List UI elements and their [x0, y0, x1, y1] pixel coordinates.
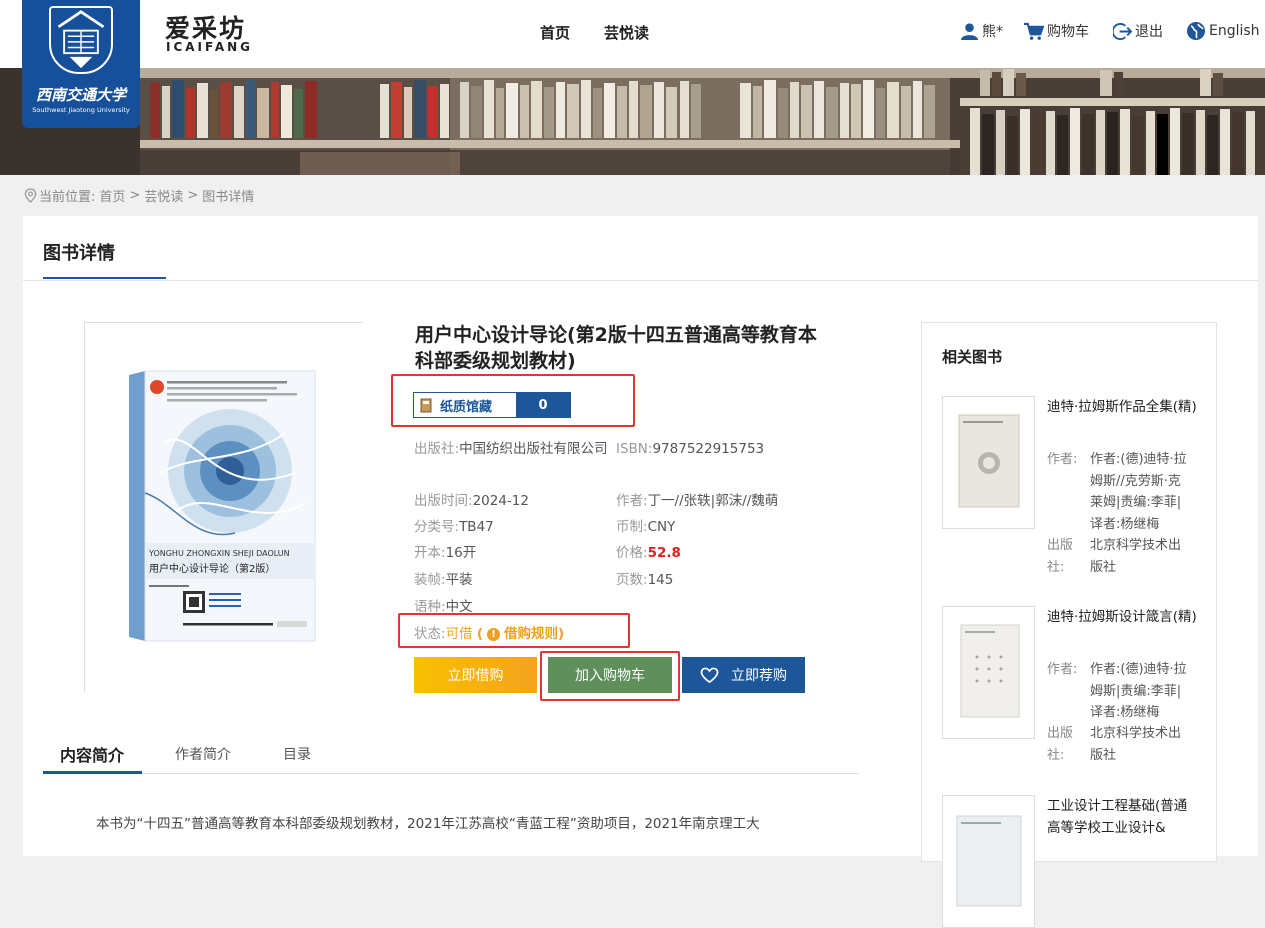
related-book-title[interactable]: 迪特·拉姆斯作品全集(精)	[1047, 396, 1197, 418]
recommend-purchase-button[interactable]: 立即荐购	[682, 657, 805, 693]
divider	[23, 280, 1258, 281]
title-underline	[43, 277, 166, 279]
user-icon	[960, 22, 979, 40]
related-book-cover[interactable]	[942, 396, 1035, 529]
breadcrumb-sep: >	[129, 188, 141, 203]
heart-icon	[700, 667, 719, 683]
meta-classification: 分类号:TB47	[414, 519, 494, 535]
language-label: English	[1209, 23, 1260, 39]
cart-label: 购物车	[1047, 24, 1089, 40]
logout-link[interactable]: 退出	[1113, 20, 1163, 42]
related-book-title[interactable]: 迪特·拉姆斯设计箴言(精)	[1047, 606, 1197, 628]
meta-pub-date: 出版时间:2024-12	[414, 493, 529, 509]
breadcrumb-current: 图书详情	[202, 190, 255, 205]
meta-format: 开本:16开	[414, 545, 477, 561]
globe-icon	[1187, 22, 1205, 40]
add-to-cart-button[interactable]: 加入购物车	[548, 657, 672, 693]
meta-price: 价格:52.8	[616, 545, 681, 561]
meta-publisher: 出版社:中国纺织出版社有限公司	[414, 441, 608, 457]
related-book-cover[interactable]	[942, 606, 1035, 739]
info-icon: !	[487, 627, 501, 641]
related-books-panel: 相关图书 迪特·拉姆斯作品全集(精) 作者: 作者:(德)迪特·拉姆斯//克劳斯·…	[921, 322, 1217, 928]
breadcrumb-prefix: 当前位置:	[39, 190, 96, 205]
cart-link[interactable]: 购物车	[1023, 20, 1089, 42]
holding-info: 纸质馆藏 0	[413, 392, 571, 418]
related-book-title[interactable]: 工业设计工程基础(普通高等学校工业设计&	[1047, 795, 1197, 839]
meta-binding: 装帧:平装	[414, 572, 473, 588]
logout-icon	[1113, 22, 1132, 40]
location-pin-icon	[24, 188, 37, 203]
status-value: 可借	[445, 626, 473, 642]
language-switch[interactable]: English	[1186, 20, 1260, 42]
page-title: 图书详情	[43, 243, 115, 264]
related-cover-image	[943, 796, 1034, 927]
breadcrumb-home[interactable]: 首页	[99, 186, 125, 205]
holding-label: 纸质馆藏	[414, 393, 516, 417]
user-menu[interactable]: 熊*	[960, 20, 1003, 42]
detail-tabs: 内容简介 作者简介 目录	[43, 736, 859, 774]
related-book-author: 作者: 作者:(德)迪特·拉姆斯|责编:李菲|译者:杨继梅	[1047, 662, 1187, 720]
user-name: 熊*	[982, 24, 1003, 40]
cover-title: 用户中心设计导论（第2版）	[149, 562, 275, 575]
tab-toc[interactable]: 目录	[283, 744, 311, 764]
content-intro-text: 本书为“十四五”普通高等教育本科部委级规划教材，2021年江苏高校“青蓝工程”资…	[96, 816, 760, 832]
related-book-publisher: 出版社: 北京科学技术出版社	[1047, 538, 1182, 575]
breadcrumb-yunyuedu[interactable]: 芸悦读	[144, 186, 183, 205]
related-cover-image	[943, 607, 1034, 738]
university-logo[interactable]: 西南交通大学 Southwest Jiaotong University	[22, 0, 140, 128]
meta-pages: 页数:145	[616, 572, 674, 588]
active-tab-indicator	[43, 771, 142, 774]
related-book-author: 作者: 作者:(德)迪特·拉姆斯//克劳斯·克莱姆|责编:李菲|译者:杨继梅	[1047, 452, 1187, 532]
university-name: 西南交通大学	[35, 86, 126, 104]
brand-name-en: ICAIFANG	[166, 40, 254, 54]
related-book-publisher: 出版社: 北京科学技术出版社	[1047, 726, 1182, 763]
top-bar: 爱采坊 ICAIFANG 首页 芸悦读 熊* 购物车 退出 English	[0, 0, 1265, 68]
related-cover-image	[943, 397, 1034, 528]
book-cover[interactable]: YONGHU ZHONGXIN SHEJI DAOLUN 用户中心设计导论（第2…	[84, 322, 364, 693]
tab-content-intro[interactable]: 内容简介	[60, 742, 124, 766]
cover-pinyin: YONGHU ZHONGXIN SHEJI DAOLUN	[148, 549, 290, 558]
meta-currency: 币制:CNY	[616, 519, 676, 535]
related-books-title: 相关图书	[942, 348, 1003, 366]
book-cover-image: YONGHU ZHONGXIN SHEJI DAOLUN 用户中心设计导论（第2…	[85, 323, 364, 693]
book-title: 用户中心设计导论(第2版十四五普通高等教育本科部委级规划教材)	[415, 324, 817, 372]
bookshelf-illustration	[0, 68, 1265, 175]
book-icon	[420, 398, 432, 412]
breadcrumb: 当前位置: 首页 > 芸悦读 > 图书详情	[24, 186, 258, 205]
nav-home[interactable]: 首页	[540, 22, 570, 43]
university-emblem	[49, 6, 113, 74]
nav-yunyuedu[interactable]: 芸悦读	[604, 22, 649, 43]
bookshelf-banner	[0, 68, 1265, 175]
cart-icon	[1024, 22, 1044, 40]
university-name-en: Southwest Jiaotong University	[32, 106, 130, 114]
tab-author-intro[interactable]: 作者简介	[175, 744, 231, 764]
breadcrumb-sep: >	[187, 188, 199, 203]
logout-label: 退出	[1135, 24, 1163, 40]
holding-count: 0	[516, 393, 570, 417]
borrow-now-button[interactable]: 立即借购	[414, 657, 537, 693]
related-book-cover[interactable]	[942, 795, 1035, 928]
meta-author: 作者:丁一//张轶|郭沫//魏萌	[616, 493, 779, 509]
borrow-rules-link[interactable]: (! 借购规则)	[477, 621, 564, 647]
book-detail-card: 图书详情 YONGHU ZHONGXIN SHEJI DAOLUN 用户中心设计…	[23, 216, 1258, 928]
meta-status: 状态:可借 (! 借购规则)	[414, 621, 564, 647]
meta-isbn: ISBN:9787522915753	[616, 441, 765, 457]
